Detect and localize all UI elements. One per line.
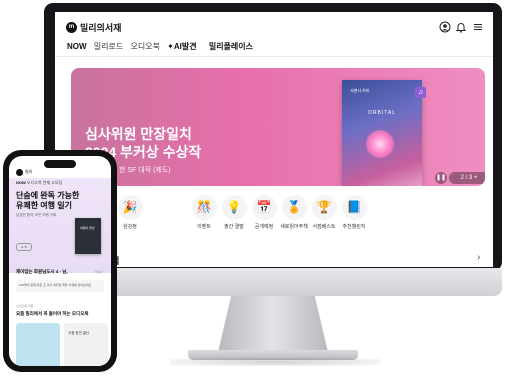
category-label: 서점베스트 xyxy=(312,224,336,230)
category-item-2[interactable]: 🎊 이벤트 xyxy=(189,195,219,230)
nav-tab-audiobook[interactable]: 오디오북 xyxy=(130,42,159,51)
phone-section-title: 요즘 밀리에서 꼭 들어야 하는 오디오북 xyxy=(16,311,89,316)
phone-notch xyxy=(44,160,76,168)
nav-tab-millieroad[interactable]: 밀리로드 xyxy=(94,42,123,51)
category-item-5[interactable]: 🏅 새로읽어주책 xyxy=(279,195,309,230)
phone-screen: 밀리 NOW 오디오북 연재 소모임 단숨에 완독 가능한 유쾌한 여행 일기 … xyxy=(9,156,111,366)
banner-book-cover[interactable]: 서맨사 하비 ORBITAL xyxy=(342,80,422,186)
nav-tab-place[interactable]: 밀리플레이스 xyxy=(209,42,253,51)
chevron-right-icon[interactable]: › xyxy=(477,252,480,263)
category-label: 이벤트 xyxy=(197,224,211,230)
nav-tab-ai[interactable]: ✦AI발견 xyxy=(167,42,201,51)
category-label: 완강정 xyxy=(123,224,137,230)
phone-audiobook-card-1[interactable] xyxy=(16,323,60,366)
phone-hero-book-title: 여행이 끝난 xyxy=(80,226,95,230)
phone-brand-logo-icon[interactable] xyxy=(16,169,23,176)
nav-tab-ai-label: AI발견 xyxy=(173,42,197,51)
phone-hero[interactable]: NOW 오디오북 연재 소모임 단숨에 완독 가능한 유쾌한 여행 일기 남궁한… xyxy=(9,178,111,273)
brand-logo-icon[interactable]: m xyxy=(66,22,77,33)
phone-section-label: 오디오북 전문 xyxy=(16,304,34,308)
phone-nav-audiobook[interactable]: 오디오북 xyxy=(27,180,42,185)
phone-recommend-title: 제이업는 회원님도시 4 - 님, xyxy=(16,269,68,274)
stand-shadow xyxy=(170,358,380,366)
phone-hero-subtitle: 남궁한 합작, 모든 여행 기록 xyxy=(16,213,57,217)
banner-pager[interactable]: 2 / 3 + xyxy=(449,172,485,184)
party-icon: 🎊 xyxy=(191,195,217,220)
category-item-3[interactable]: 💡 출간 결말 xyxy=(219,195,249,230)
medal-icon: 🏅 xyxy=(281,195,307,220)
phone-more-link[interactable]: 더보기 xyxy=(95,270,103,274)
category-label: 공개예정 xyxy=(254,224,274,230)
monitor-stand-neck xyxy=(218,296,328,352)
challenge-icon: 📘 xyxy=(341,195,367,220)
category-label: 출간 결말 xyxy=(224,224,244,230)
phone-hero-title-line2: 유쾌한 여행 일기 xyxy=(16,201,72,210)
phone-audiobook-card-2[interactable]: 서점 완전 끝난 xyxy=(64,323,108,366)
phone-hero-pager[interactable]: 2 / 6 xyxy=(16,243,32,251)
phone-nav-serial[interactable]: 연재 xyxy=(43,180,50,185)
trophy-icon: 🏆 xyxy=(311,195,337,220)
phone-hero-title-line1: 단숨에 완독 가능한 xyxy=(16,191,80,200)
menu-icon[interactable] xyxy=(472,21,484,33)
phone-info-box[interactable]: 100명이 함께 읽은 조 서서 여러권 책을 서재에 담아보세요 xyxy=(16,280,104,292)
bell-icon[interactable] xyxy=(455,21,467,33)
phone-nav: NOW 오디오북 연재 소모임 xyxy=(16,180,62,186)
nav-tab-now[interactable]: NOW xyxy=(67,42,87,51)
category-item-1[interactable]: 🎉 완강정 xyxy=(115,195,145,230)
category-item-6[interactable]: 🏆 서점베스트 xyxy=(309,195,339,230)
category-label: 추천챌린지 xyxy=(342,224,366,230)
desktop-screen: m 밀리의서재 NOW 밀리로드 오디오북 ✦AI발견 밀리플레이스 심사위원 … xyxy=(55,12,493,267)
phone-hero-title: 단숨에 완독 가능한 유쾌한 여행 일기 xyxy=(16,191,79,211)
phone-brand-name: 밀리 xyxy=(25,169,33,174)
calendar-icon: 📅 xyxy=(251,195,277,220)
phone-card-title: 서점 완전 끝난 xyxy=(68,331,90,335)
phone-nav-now[interactable]: NOW xyxy=(16,180,26,185)
category-row: 🎉 완강정 🎊 이벤트 💡 출간 결말 📅 공개예정 🏅 새로읽어주책 🏆 서점베스트 📘 추… xyxy=(115,195,375,235)
sparkle-icon: 🎉 xyxy=(117,195,143,220)
main-nav: NOW 밀리로드 오디오북 ✦AI발견 밀리플레이스 xyxy=(67,41,258,52)
phone-hero-book[interactable]: 여행이 끝난 xyxy=(75,218,101,254)
account-icon[interactable] xyxy=(439,21,451,33)
category-item-4[interactable]: 📅 공개예정 xyxy=(249,195,279,230)
category-item-7[interactable]: 📘 추천챌린지 xyxy=(339,195,369,230)
phone-info-text: 100명이 함께 읽은 조 서서 여러권 책을 서재에 담아보세요 xyxy=(19,283,92,287)
category-label: 새로읽어주책 xyxy=(280,224,308,230)
headphones-icon: ♫ xyxy=(415,87,426,98)
book-cover-title: ORBITAL xyxy=(368,110,397,116)
book-cover-planet xyxy=(366,130,394,158)
header-divider xyxy=(55,56,493,57)
hero-banner[interactable]: 심사위원 만장일치 2024 부커상 수상작 한 SF 대작 (제도) 서맨사 … xyxy=(71,68,485,186)
lightbulb-icon: 💡 xyxy=(221,195,247,220)
brand-name[interactable]: 밀리의서재 xyxy=(80,21,121,34)
banner-title-line1: 심사위원 만장일치 xyxy=(85,126,192,142)
banner-subtitle: 한 SF 대작 (제도) xyxy=(119,167,171,174)
phone-nav-group[interactable]: 소모임 xyxy=(51,180,62,185)
book-cover-author: 서맨사 하비 xyxy=(350,88,370,93)
pause-icon[interactable]: ❚❚ xyxy=(435,172,447,184)
